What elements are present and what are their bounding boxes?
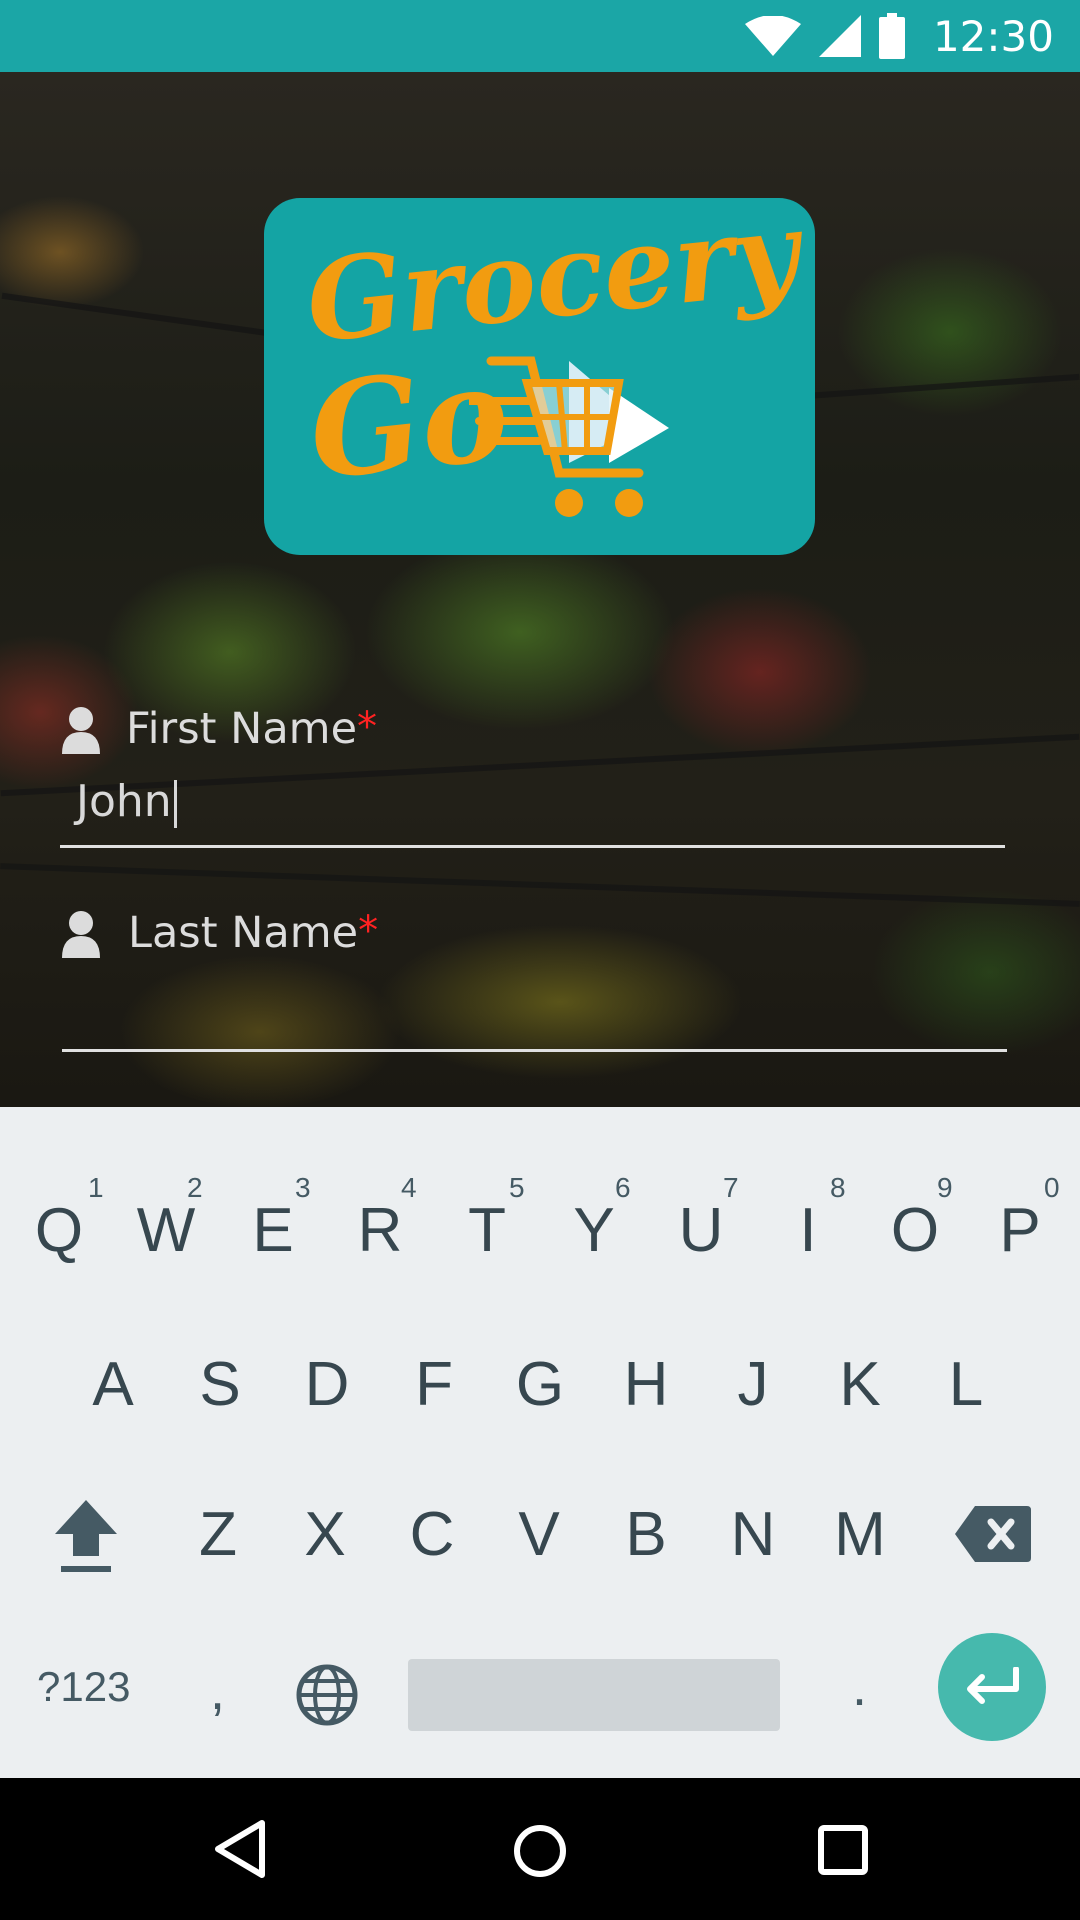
key-hint-7: 7	[723, 1172, 739, 1203]
cell-signal-icon	[818, 15, 861, 57]
logo-title-line1: Grocery	[300, 186, 805, 369]
last-name-label-text: Last Name	[128, 908, 359, 958]
status-bar: 12:30	[0, 0, 1080, 72]
key-d[interactable]: D	[277, 1334, 377, 1434]
required-mark: *	[357, 704, 378, 750]
comma-key[interactable]: ,	[210, 1660, 225, 1722]
last-name-underline	[62, 1049, 1007, 1052]
key-z[interactable]: Z	[168, 1484, 268, 1584]
enter-icon	[967, 1667, 1019, 1704]
key-hint-0: 0	[1044, 1172, 1060, 1203]
enter-key[interactable]	[938, 1633, 1046, 1741]
key-j[interactable]: J	[703, 1334, 803, 1434]
key-hint-6: 6	[615, 1172, 631, 1203]
key-n[interactable]: N	[703, 1484, 803, 1584]
key-m[interactable]: M	[810, 1484, 910, 1584]
app-logo: Grocery Go	[264, 187, 815, 555]
recents-icon[interactable]	[818, 1825, 868, 1875]
key-x[interactable]: X	[275, 1484, 375, 1584]
back-icon[interactable]	[212, 1818, 268, 1880]
last-name-person-icon	[62, 911, 100, 958]
spacebar-key[interactable]	[408, 1659, 780, 1731]
key-k[interactable]: K	[810, 1334, 910, 1434]
first-name-label: First Name*	[126, 704, 377, 754]
key-s[interactable]: S	[170, 1334, 270, 1434]
key-a[interactable]: A	[63, 1334, 163, 1434]
key-hint-9: 9	[937, 1172, 953, 1203]
home-icon[interactable]	[512, 1823, 568, 1879]
globe-icon[interactable]	[295, 1663, 359, 1727]
period-key[interactable]: .	[852, 1656, 867, 1718]
key-v[interactable]: V	[489, 1484, 589, 1584]
key-hint-3: 3	[295, 1172, 311, 1203]
key-h[interactable]: H	[596, 1334, 696, 1434]
key-hint-1: 1	[88, 1172, 104, 1203]
key-g[interactable]: G	[490, 1334, 590, 1434]
first-name-person-icon	[62, 707, 100, 754]
shift-key[interactable]	[36, 1484, 136, 1584]
status-time: 12:30	[932, 11, 1054, 61]
shift-icon	[55, 1500, 117, 1572]
required-mark: *	[358, 908, 379, 954]
key-hint-8: 8	[830, 1172, 846, 1203]
first-name-input[interactable]: John	[76, 776, 177, 828]
first-name-underline	[60, 845, 1005, 848]
symbols-key[interactable]: ?123	[37, 1663, 130, 1711]
key-c[interactable]: C	[382, 1484, 482, 1584]
key-f[interactable]: F	[384, 1334, 484, 1434]
first-name-label-text: First Name	[126, 704, 358, 754]
shopping-cart-icon	[469, 356, 669, 517]
backspace-icon	[955, 1506, 1031, 1562]
key-b[interactable]: B	[596, 1484, 696, 1584]
first-name-value: John	[76, 776, 172, 827]
last-name-input[interactable]	[76, 980, 996, 1036]
wifi-icon	[744, 16, 801, 56]
key-hint-5: 5	[509, 1172, 525, 1203]
key-hint-2: 2	[187, 1172, 203, 1203]
battery-icon	[878, 13, 905, 59]
text-cursor	[173, 780, 177, 828]
key-l[interactable]: L	[916, 1334, 1016, 1434]
backspace-key[interactable]	[943, 1484, 1043, 1584]
last-name-label: Last Name*	[128, 908, 378, 958]
key-hint-4: 4	[401, 1172, 417, 1203]
